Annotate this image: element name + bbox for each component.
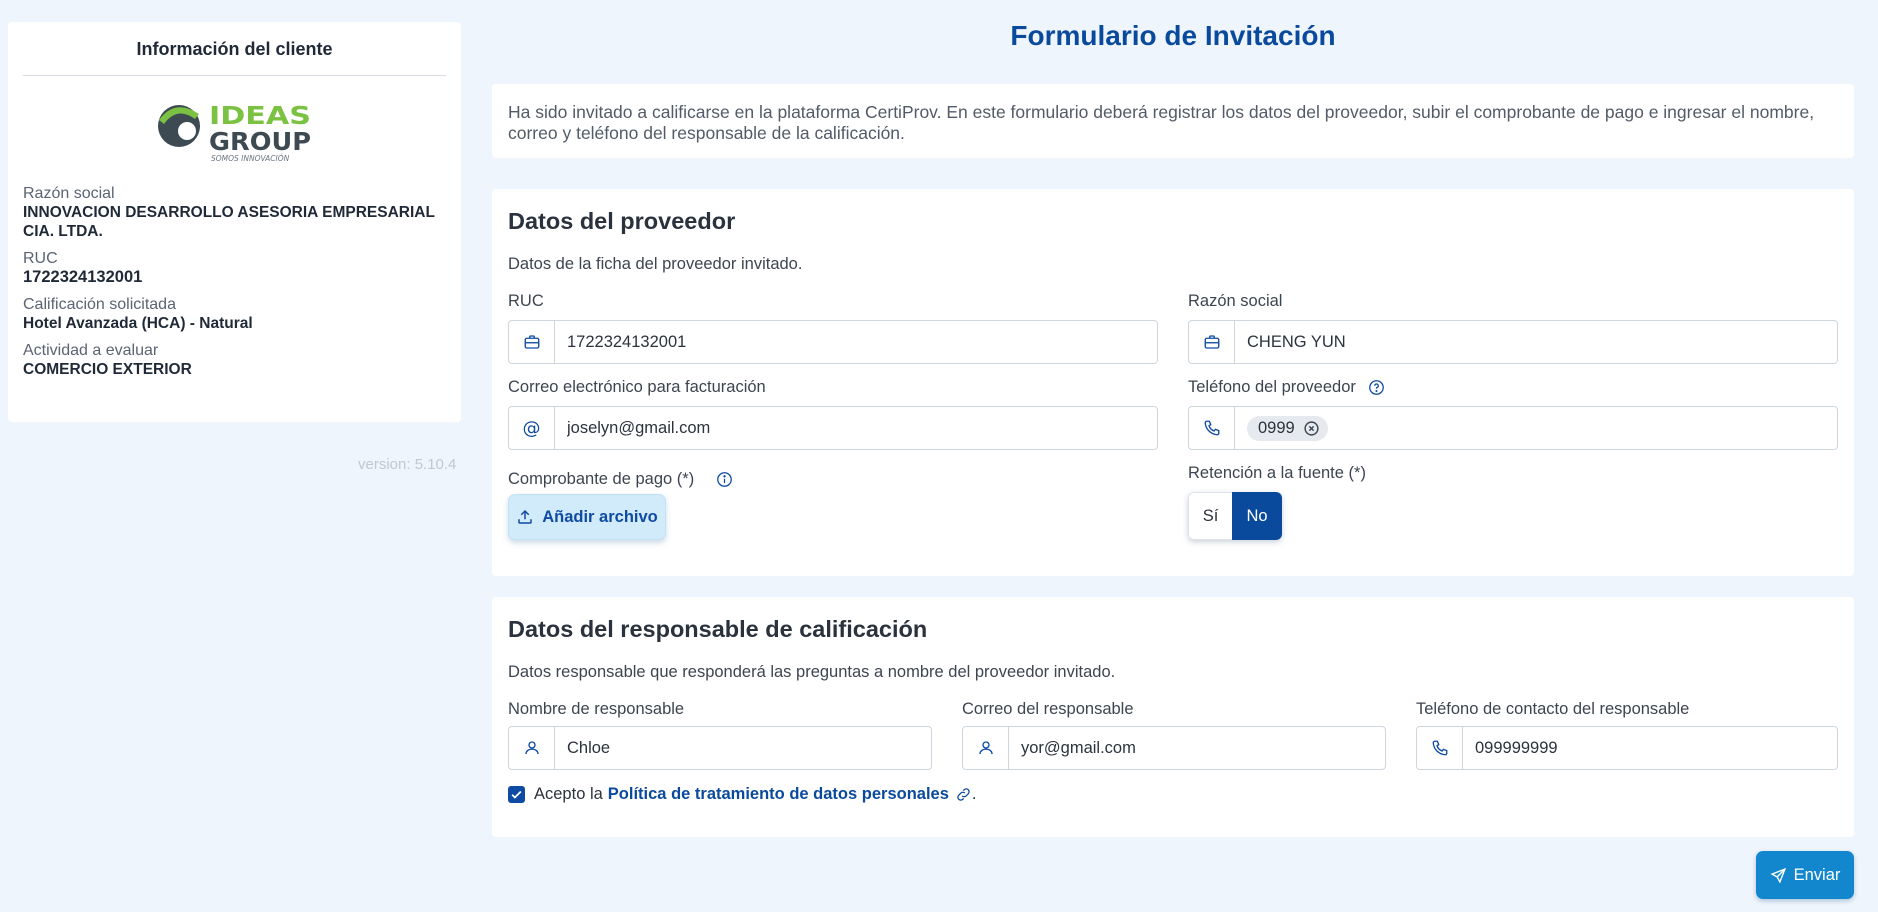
responsible-section: Datos del responsable de calificación Da… [492,597,1854,837]
phone-icon [1189,407,1235,449]
remove-chip-icon[interactable] [1303,420,1320,437]
razon-social-label: Razón social [1188,292,1283,310]
provider-phone-field: 0999 [1188,406,1838,450]
responsible-phone-label: Teléfono de contacto del responsable [1416,700,1690,718]
ruc-input[interactable] [555,321,1157,363]
retention-label: Retención a la fuente (*) [1188,464,1366,482]
responsible-name-label: Nombre de responsable [508,700,685,718]
send-label: Enviar [1793,865,1841,884]
user-icon [509,727,555,769]
provider-phone-label: Teléfono del proveedor [1188,378,1356,396]
payment-proof-label: Comprobante de pago (*) [508,470,695,488]
responsible-email-label: Correo del responsable [962,700,1134,718]
client-calificacion-label: Calificación solicitada [23,296,176,313]
provider-section-description: Datos de la ficha del proveedor invitado… [508,255,803,273]
page-title: Formulario de Invitación [1010,20,1336,51]
upload-icon [516,508,534,526]
client-actividad-value: COMERCIO EXTERIOR [23,361,192,378]
briefcase-icon [1189,321,1235,363]
at-icon: @ [509,407,555,449]
client-calificacion-value: Hotel Avanzada (HCA) - Natural [23,315,253,332]
help-circle-icon[interactable] [1368,379,1385,396]
send-button[interactable]: Enviar [1756,851,1854,899]
phone-icon [1417,727,1463,769]
user-icon [963,727,1009,769]
client-info-card: Información del cliente IDEAS GROUP SOMO… [8,22,461,422]
responsible-name-field [508,726,932,770]
razon-social-input[interactable] [1235,321,1837,363]
ruc-label: RUC [508,292,544,310]
responsible-name-input[interactable] [555,727,931,769]
data-policy-consent: Acepto la Política de tratamiento de dat… [508,785,977,804]
consent-prefix: Acepto la [534,785,603,803]
responsible-section-title: Datos del responsable de calificación [508,616,928,642]
data-policy-link[interactable]: Política de tratamiento de datos persona… [608,785,949,804]
ideas-group-logo: IDEAS GROUP SOMOS INNOVACIÓN [23,76,446,178]
send-icon [1770,867,1787,884]
svg-text:GROUP: GROUP [209,127,311,156]
client-razon-social-label: Razón social [23,185,115,202]
payment-proof-label-row: Comprobante de pago (*) [508,470,733,489]
billing-email-input[interactable] [555,407,1157,449]
briefcase-icon [509,321,555,363]
billing-email-field: @ [508,406,1158,450]
phone-chip-label: 0999 [1258,418,1295,437]
svg-text:SOMOS INNOVACIÓN: SOMOS INNOVACIÓN [211,154,290,163]
retention-yes-option[interactable]: Sí [1188,492,1232,540]
provider-section: Datos del proveedor Datos de la ficha de… [492,189,1854,576]
responsible-phone-field [1416,726,1838,770]
retention-no-option[interactable]: No [1232,492,1282,540]
intro-text: Ha sido invitado a calificarse en la pla… [492,84,1854,158]
consent-suffix: . [971,785,977,803]
provider-section-title: Datos del proveedor [508,208,736,234]
razon-social-field [1188,320,1838,364]
responsible-email-input[interactable] [1009,727,1385,769]
add-file-button[interactable]: Añadir archivo [508,494,666,540]
responsible-email-field [962,726,1386,770]
billing-email-label: Correo electrónico para facturación [508,378,766,396]
ruc-field [508,320,1158,364]
svg-text:IDEAS: IDEAS [209,101,311,130]
app-version: version: 5.10.4 [358,456,457,473]
client-ruc-label: RUC [23,250,58,267]
client-actividad-label: Actividad a evaluar [23,342,159,359]
retention-toggle: Sí No [1188,492,1282,540]
responsible-section-description: Datos responsable que responderá las pre… [508,663,1116,681]
phone-chip: 0999 [1247,415,1328,441]
info-icon[interactable] [716,471,733,488]
client-info-title: Información del cliente [23,36,446,76]
client-razon-social-value: INNOVACION DESARROLLO ASESORIA EMPRESARI… [23,204,435,240]
client-ruc-value: 1722324132001 [23,268,143,286]
responsible-phone-input[interactable] [1463,727,1837,769]
consent-checkbox[interactable] [508,786,525,803]
add-file-label: Añadir archivo [542,507,658,526]
provider-phone-label-row: Teléfono del proveedor [1188,378,1385,397]
phone-chip-input[interactable]: 0999 [1235,407,1837,449]
link-icon[interactable] [955,786,972,803]
